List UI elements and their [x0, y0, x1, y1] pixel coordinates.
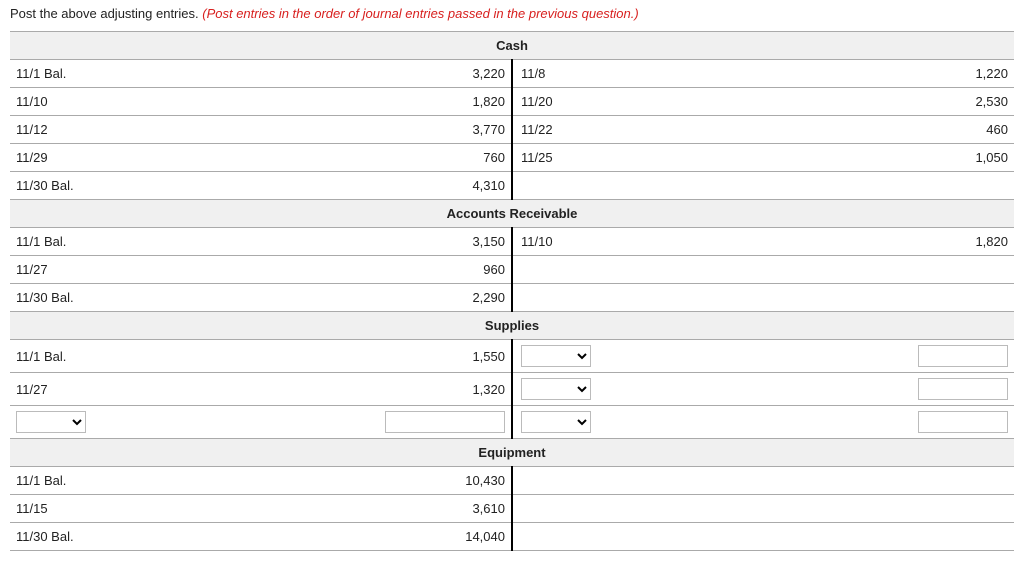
credit-date-label — [512, 284, 663, 312]
credit-date-label: 11/10 — [512, 228, 663, 256]
ledger-row — [10, 406, 1014, 439]
credit-amount: 1,220 — [863, 60, 1014, 88]
debit-date-label: 11/30 Bal. — [10, 523, 361, 551]
ledger-row: 11/123,77011/22 460 — [10, 116, 1014, 144]
debit-amount: 14,040 — [361, 523, 512, 551]
credit-date-label — [512, 523, 663, 551]
spacer — [663, 60, 864, 88]
credit-date-select[interactable] — [521, 378, 591, 400]
ledger-row: 11/1 Bal.10,430 — [10, 467, 1014, 495]
ledger-row: 11/1 Bal.3,22011/8 1,220 — [10, 60, 1014, 88]
credit-amount: 2,530 — [863, 88, 1014, 116]
debit-date-label: 11/27 — [10, 256, 361, 284]
debit-amount: 960 — [361, 256, 512, 284]
ledger-row: 11/30 Bal.14,040 — [10, 523, 1014, 551]
debit-amount: 10,430 — [361, 467, 512, 495]
credit-amount: 460 — [863, 116, 1014, 144]
credit-date-label — [512, 172, 663, 200]
credit-date-label: 11/20 — [512, 88, 663, 116]
debit-amount: 3,150 — [361, 228, 512, 256]
debit-date-label: 11/1 Bal. — [10, 340, 361, 373]
credit-amount — [863, 467, 1014, 495]
credit-amount: 1,050 — [863, 144, 1014, 172]
debit-date-label: 11/27 — [10, 373, 361, 406]
account-header: Equipment — [10, 439, 1014, 467]
instruction-note: (Post entries in the order of journal en… — [202, 6, 638, 21]
credit-amount — [863, 172, 1014, 200]
ledger-table: Cash11/1 Bal.3,22011/81,22011/101,82011/… — [10, 31, 1014, 551]
ledger-row: 11/1 Bal.3,15011/10 1,820 — [10, 228, 1014, 256]
debit-date-select[interactable] — [16, 411, 86, 433]
debit-amount: 1,820 — [361, 88, 512, 116]
credit-amount — [863, 256, 1014, 284]
debit-amount: 3,770 — [361, 116, 512, 144]
credit-date-label — [512, 495, 663, 523]
debit-amount: 2,290 — [361, 284, 512, 312]
credit-date-label — [512, 467, 663, 495]
credit-date-label: 11/8 — [512, 60, 663, 88]
account-header: Supplies — [10, 312, 1014, 340]
spacer — [663, 172, 864, 200]
debit-amount: 3,220 — [361, 60, 512, 88]
credit-amount — [863, 495, 1014, 523]
spacer — [663, 495, 864, 523]
spacer — [663, 256, 864, 284]
ledger-row: 11/101,82011/20 2,530 — [10, 88, 1014, 116]
account-header: Accounts Receivable — [10, 200, 1014, 228]
ledger-row: 11/1 Bal.1,550 — [10, 340, 1014, 373]
debit-date-label: 11/15 — [10, 495, 361, 523]
debit-date-label: 11/10 — [10, 88, 361, 116]
credit-amount-input[interactable] — [918, 411, 1008, 433]
debit-date-label: 11/12 — [10, 116, 361, 144]
spacer — [663, 284, 864, 312]
spacer — [663, 523, 864, 551]
spacer — [663, 144, 864, 172]
debit-amount-input[interactable] — [385, 411, 505, 433]
debit-date-label: 11/29 — [10, 144, 361, 172]
credit-date-select[interactable] — [521, 345, 591, 367]
debit-date-label: 11/1 Bal. — [10, 60, 361, 88]
instruction-text: Post the above adjusting entries. (Post … — [10, 6, 1014, 21]
spacer — [663, 88, 864, 116]
debit-amount: 1,550 — [361, 340, 512, 373]
spacer — [663, 228, 864, 256]
ledger-row: 11/153,610 — [10, 495, 1014, 523]
debit-amount: 760 — [361, 144, 512, 172]
debit-date-label: 11/1 Bal. — [10, 467, 361, 495]
debit-amount: 4,310 — [361, 172, 512, 200]
credit-amount — [863, 523, 1014, 551]
ledger-row: 11/30 Bal.4,310 — [10, 172, 1014, 200]
account-header: Cash — [10, 32, 1014, 60]
credit-amount-input[interactable] — [918, 378, 1008, 400]
credit-date-label: 11/25 — [512, 144, 663, 172]
ledger-row: 11/27960 — [10, 256, 1014, 284]
instruction-prefix: Post the above adjusting entries. — [10, 6, 202, 21]
debit-amount: 3,610 — [361, 495, 512, 523]
debit-amount: 1,320 — [361, 373, 512, 406]
spacer — [663, 467, 864, 495]
credit-amount — [863, 284, 1014, 312]
debit-date-label: 11/30 Bal. — [10, 284, 361, 312]
spacer — [663, 373, 864, 406]
credit-amount-input[interactable] — [918, 345, 1008, 367]
credit-date-select[interactable] — [521, 411, 591, 433]
spacer — [663, 340, 864, 373]
credit-date-label: 11/22 — [512, 116, 663, 144]
spacer — [663, 406, 864, 439]
ledger-row: 11/271,320 — [10, 373, 1014, 406]
debit-date-label: 11/1 Bal. — [10, 228, 361, 256]
debit-date-label: 11/30 Bal. — [10, 172, 361, 200]
ledger-row: 11/2976011/25 1,050 — [10, 144, 1014, 172]
credit-date-label — [512, 256, 663, 284]
credit-amount: 1,820 — [863, 228, 1014, 256]
ledger-row: 11/30 Bal.2,290 — [10, 284, 1014, 312]
spacer — [663, 116, 864, 144]
